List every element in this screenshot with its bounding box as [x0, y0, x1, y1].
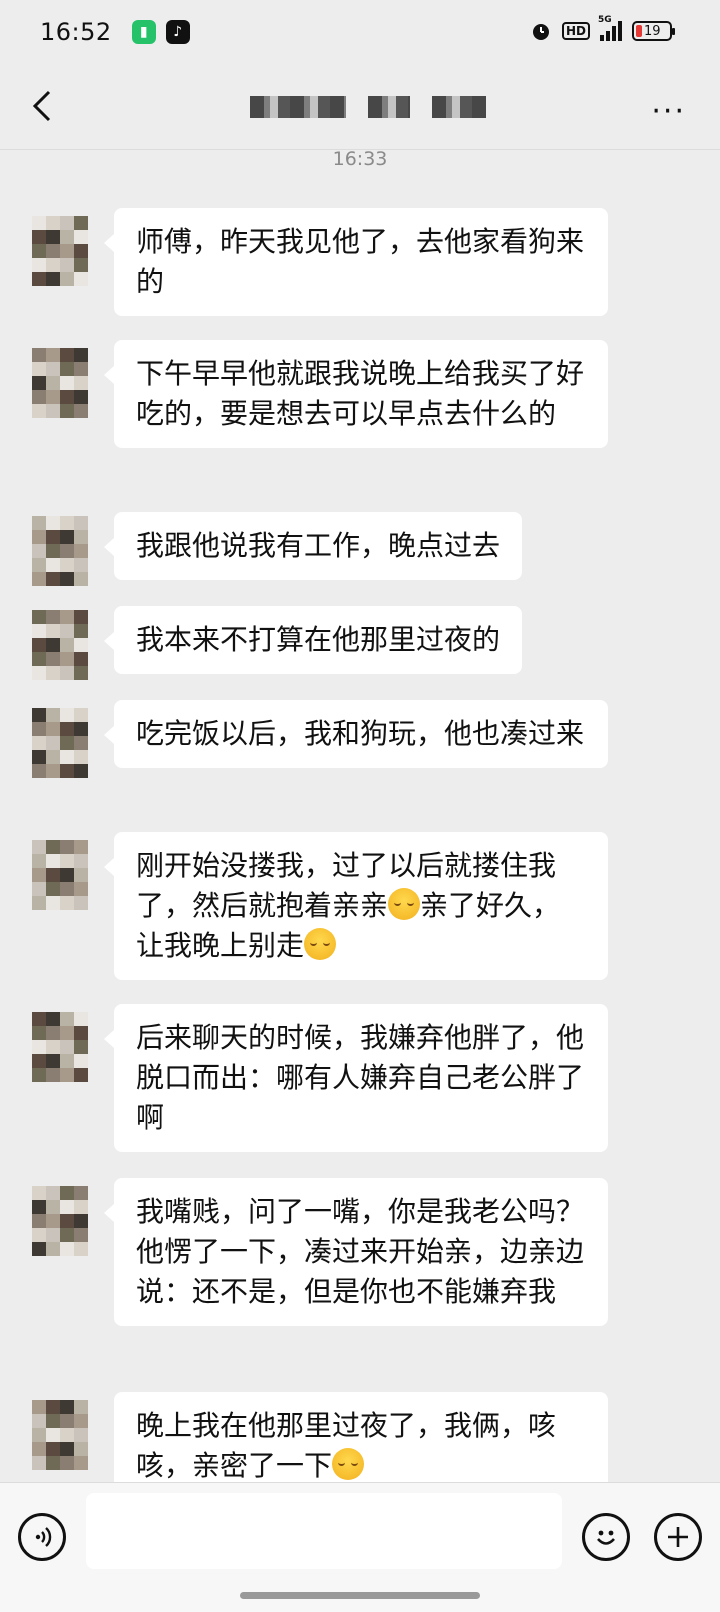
- message-text: 师傅，昨天我见他了，去他家看狗来的: [136, 225, 585, 298]
- more-button[interactable]: ···: [651, 94, 686, 129]
- network-label: 5G: [598, 15, 612, 25]
- message-text: 我本来不打算在他那里过夜的: [136, 623, 501, 656]
- message-text: 下午早早他就跟我说晚上给我买了好吃的，要是想去可以早点去什么的: [136, 357, 585, 430]
- battery-saver-icon: ▮: [131, 20, 156, 44]
- avatar[interactable]: [32, 216, 88, 288]
- message-input[interactable]: [86, 1493, 562, 1569]
- tiktok-icon: ♪: [165, 20, 190, 44]
- back-button[interactable]: [22, 86, 62, 126]
- emoji-icon: [304, 928, 337, 960]
- battery-level: 19: [644, 23, 661, 39]
- avatar[interactable]: [32, 516, 88, 588]
- emoji-icon: [597, 1530, 615, 1545]
- status-time: 16:52: [40, 18, 112, 46]
- message-bubble[interactable]: 刚开始没搂我，过了以后就搂住我了，然后就抱着亲亲 亲了好久，让我晚上别走: [104, 832, 608, 980]
- battery-icon: 19: [632, 21, 675, 41]
- chat-header: ···: [0, 64, 720, 150]
- message-bubble[interactable]: 我本来不打算在他那里过夜的: [103, 606, 523, 674]
- avatar[interactable]: [32, 1012, 88, 1084]
- avatar[interactable]: [32, 708, 88, 780]
- chat-title-blurred: [250, 96, 486, 118]
- message-text: 后来聊天的时候，我嫌弃他胖了，他脱口而出：哪有人嫌弃自己老公胖了啊: [136, 1021, 585, 1134]
- avatar[interactable]: [32, 1400, 88, 1472]
- message-text: 我嘴贱，问了一嘴，你是我老公吗？他愣了一下，凑过来开始亲，边亲边说：还不是，但是…: [136, 1195, 585, 1308]
- emoji-button[interactable]: [582, 1513, 630, 1561]
- home-indicator[interactable]: [240, 1592, 480, 1599]
- emoji-icon: [332, 1448, 365, 1480]
- avatar[interactable]: [32, 610, 88, 682]
- message-text: 吃完饭以后，我和狗玩，他也凑过来: [136, 717, 585, 750]
- message-bubble[interactable]: 我嘴贱，问了一嘴，你是我老公吗？他愣了一下，凑过来开始亲，边亲边说：还不是，但是…: [104, 1178, 608, 1326]
- message-bubble[interactable]: 吃完饭以后，我和狗玩，他也凑过来: [104, 700, 608, 768]
- message-bubble[interactable]: 晚上我在他那里过夜了，我俩，咳咳，亲密了一下: [114, 1392, 608, 1488]
- plus-button[interactable]: [654, 1513, 702, 1561]
- more-dots-icon: ···: [651, 94, 686, 129]
- hd-badge: HD: [561, 22, 590, 40]
- voice-icon: [35, 1527, 52, 1547]
- avatar[interactable]: [32, 840, 88, 912]
- chevron-left-icon: [32, 90, 51, 122]
- avatar[interactable]: [32, 1186, 88, 1258]
- voice-button[interactable]: [18, 1513, 66, 1561]
- message-bubble[interactable]: 下午早早他就跟我说晚上给我买了好吃的，要是想去可以早点去什么的: [104, 340, 608, 448]
- avatar[interactable]: [32, 348, 88, 420]
- status-bar: 16:52 ▮ ♪ HD 5G 19: [0, 0, 720, 64]
- chat-timestamp: 16:33: [332, 148, 388, 170]
- message-bubble[interactable]: 后来聊天的时候，我嫌弃他胖了，他脱口而出：哪有人嫌弃自己老公胖了啊: [104, 1004, 608, 1152]
- alarm-clock-icon: [532, 24, 549, 40]
- message-bubble[interactable]: 师傅，昨天我见他了，去他家看狗来的: [104, 208, 608, 316]
- emoji-icon: [388, 888, 421, 920]
- message-text: 我跟他说我有工作，晚点过去: [136, 529, 501, 562]
- plus-icon: [668, 1527, 688, 1547]
- message-bubble[interactable]: 我跟他说我有工作，晚点过去: [103, 512, 523, 580]
- signal-icon: 5G: [598, 15, 622, 41]
